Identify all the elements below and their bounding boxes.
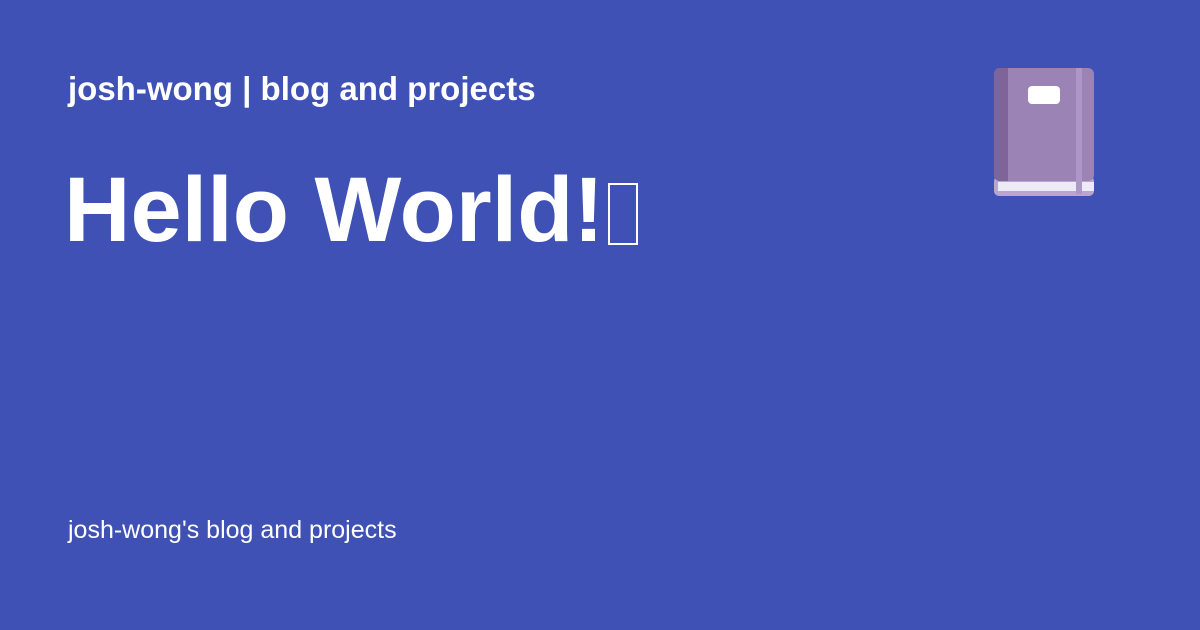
book-icon xyxy=(994,68,1094,196)
page-heading-text: Hello World! xyxy=(64,159,605,261)
page-heading: Hello World! xyxy=(64,159,639,261)
missing-glyph-icon xyxy=(608,183,639,245)
site-title: josh-wong | blog and projects xyxy=(68,70,536,107)
site-description: josh-wong's blog and projects xyxy=(68,516,397,544)
